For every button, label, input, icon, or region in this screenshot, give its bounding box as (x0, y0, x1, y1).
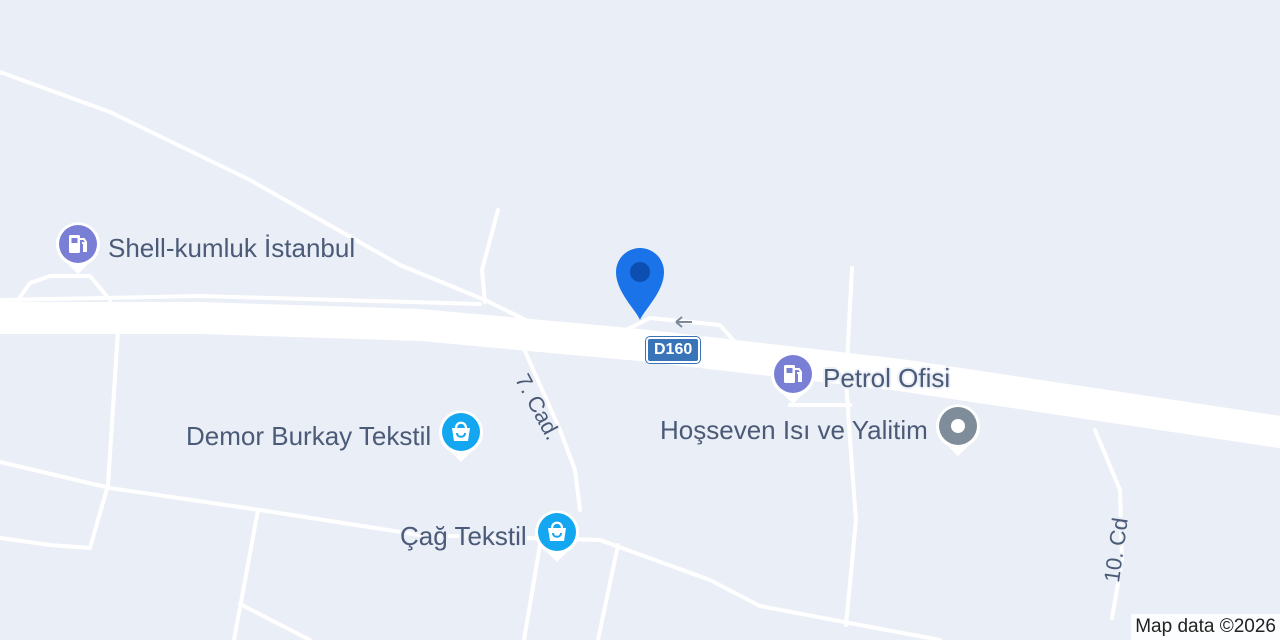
poi-label: Demor Burkay Tekstil (186, 420, 432, 451)
minor-road (232, 508, 260, 640)
map-canvas[interactable]: 7. Cad. 10. Cd D160 Shell-kumluk İstanbu… (0, 0, 1280, 640)
poi-petrol-ofisi[interactable]: Petrol Ofisi (769, 350, 950, 406)
poi-shell[interactable]: Shell-kumluk İstanbul (54, 220, 355, 276)
minor-road (238, 602, 312, 640)
poi-hosseven-isi-ve-yalitim[interactable]: Hoşseven Isı ve Yalitim (660, 402, 982, 458)
poi-label: Hoşseven Isı ve Yalitim (660, 414, 928, 445)
shopping-bag-icon (533, 508, 581, 564)
minor-road (0, 70, 532, 324)
minor-road (596, 543, 620, 640)
one-way-arrow (675, 316, 692, 328)
gas-station-icon (769, 350, 817, 406)
shopping-bag-icon (437, 408, 485, 464)
poi-demor-burkay-tekstil[interactable]: Demor Burkay Tekstil (186, 408, 485, 464)
map-attribution: Map data ©2026 (1131, 614, 1280, 640)
generic-place-icon (934, 402, 982, 458)
poi-cag-tekstil[interactable]: Çağ Tekstil (400, 508, 581, 564)
poi-label: Çağ Tekstil (400, 520, 527, 551)
road-shield-d160[interactable]: D160 (646, 337, 701, 363)
poi-label: Shell-kumluk İstanbul (108, 232, 356, 263)
poi-label: Petrol Ofisi (823, 362, 951, 393)
minor-road (0, 328, 120, 550)
gas-station-icon (54, 220, 102, 276)
minor-road (480, 208, 500, 304)
location-pin-icon[interactable] (612, 244, 668, 327)
